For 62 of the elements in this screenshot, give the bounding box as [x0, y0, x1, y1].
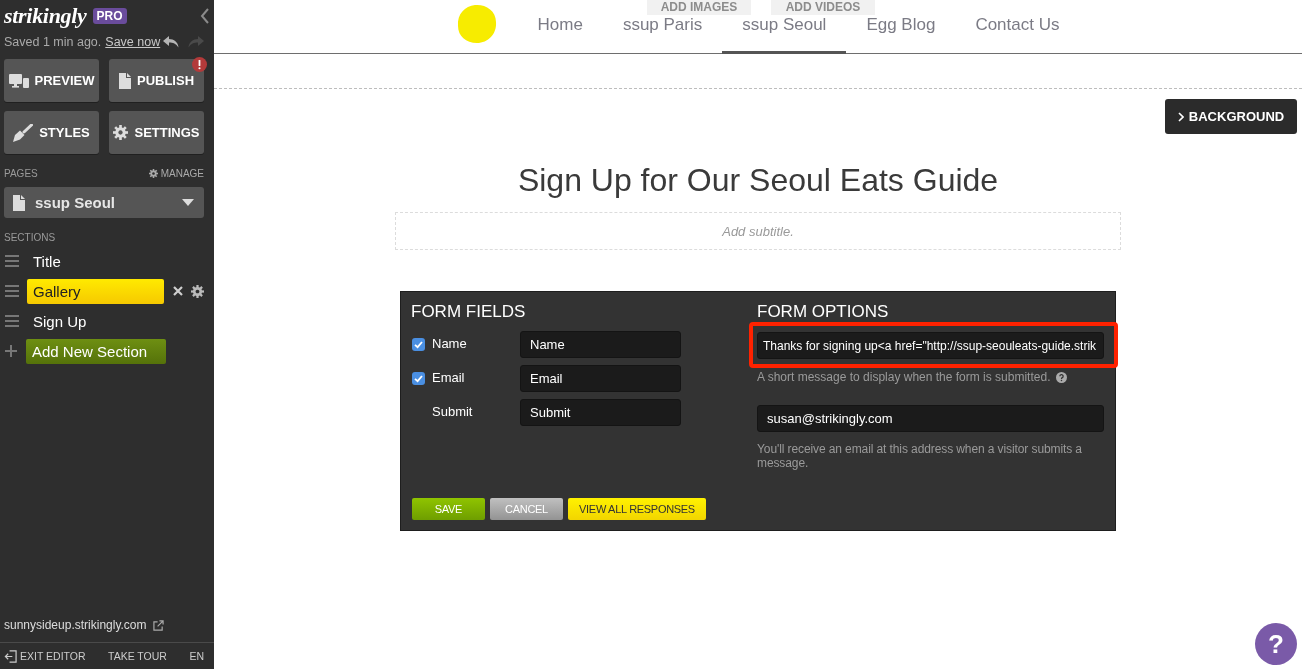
section-item[interactable]: Sign Up — [27, 308, 167, 334]
close-icon[interactable] — [173, 286, 183, 296]
field-caption-input[interactable]: Email — [520, 365, 681, 392]
drag-handle-icon[interactable] — [5, 255, 19, 267]
nav-tab[interactable]: ssup Paris — [602, 16, 723, 54]
external-link-icon[interactable] — [152, 619, 164, 631]
file-icon — [118, 72, 131, 89]
help-button[interactable]: ? — [1255, 623, 1297, 665]
settings-icon[interactable] — [191, 284, 204, 298]
section-title: Sign Up for Our Seoul Eats Guide — [516, 161, 1000, 200]
collapse-chevron-icon[interactable] — [200, 8, 210, 24]
drag-handle-icon[interactable] — [5, 315, 19, 327]
monitor-phone-icon — [8, 72, 29, 89]
publish-button[interactable]: PUBLISH — [109, 59, 204, 102]
page-dropdown[interactable]: ssup Seoul — [4, 187, 204, 218]
background-button[interactable]: BACKGROUND — [1165, 99, 1297, 134]
help-icon[interactable] — [1056, 371, 1068, 383]
field-label: Submit — [432, 403, 474, 419]
field-caption-input[interactable]: Submit — [520, 399, 681, 426]
nav-tab[interactable]: Contact Us — [955, 16, 1080, 54]
caret-down-icon — [182, 199, 194, 206]
responses-button[interactable]: VIEW ALL RESPONSES — [568, 498, 706, 520]
plan-badge: PRO — [92, 8, 127, 24]
section-item[interactable]: Gallery — [27, 278, 164, 304]
gear-icon — [148, 169, 158, 178]
site-url-link[interactable]: sunnysideup.strikingly.com — [4, 618, 147, 632]
help-text: You'll receive an email at this address when a visitor submits a message. — [757, 442, 1083, 470]
nav-tab[interactable]: Egg Blog — [846, 16, 956, 54]
subtitle-field[interactable]: Add subtitle. — [395, 212, 1121, 250]
chevron-right-icon — [1177, 111, 1184, 122]
manage-pages-button[interactable]: MANAGE — [148, 168, 204, 179]
message-input[interactable]: Thanks for signing up<a href="http://ssup-seouleats-guide.strik — [757, 332, 1104, 359]
undo-icon[interactable] — [163, 35, 179, 49]
field-label: Email — [432, 369, 466, 385]
field-label: Name — [432, 335, 468, 351]
plus-icon — [5, 345, 17, 357]
take-tour-button[interactable]: TAKE TOUR — [108, 650, 167, 662]
save-status: Saved 1 min ago. — [4, 35, 102, 49]
pages-heading: PAGES — [4, 168, 38, 179]
drag-handle-icon[interactable] — [5, 285, 19, 297]
checkbox[interactable] — [412, 338, 425, 351]
exit-icon — [4, 649, 17, 663]
file-icon — [13, 194, 25, 211]
help-text: A short message to display when the form is submitted. — [757, 370, 1051, 384]
form-fields-heading: FORM FIELDS — [411, 302, 527, 322]
brand-logo: strikingly — [4, 4, 87, 28]
preview-button[interactable]: PREVIEW — [4, 59, 99, 102]
save-now-link[interactable]: Save now — [105, 35, 161, 49]
nav-tab[interactable]: Home — [517, 16, 603, 54]
styles-button[interactable]: STYLES — [4, 111, 99, 154]
form-options-heading: FORM OPTIONS — [757, 302, 890, 322]
checkbox[interactable] — [412, 372, 425, 385]
recipient-address-input[interactable]: susan@strikingly.com — [757, 405, 1104, 432]
paintbrush-icon — [13, 123, 34, 142]
add-section-button[interactable]: Add New Section — [26, 338, 166, 364]
section-item[interactable]: Title — [27, 248, 167, 274]
language-button[interactable]: EN — [189, 650, 204, 662]
exit-editor-button[interactable]: EXIT EDITOR — [4, 649, 86, 663]
gear-icon — [113, 125, 129, 140]
field-caption-input[interactable]: Name — [520, 331, 681, 358]
sections-heading: SECTIONS — [4, 232, 57, 243]
settings-button[interactable]: SETTINGS — [109, 111, 204, 154]
